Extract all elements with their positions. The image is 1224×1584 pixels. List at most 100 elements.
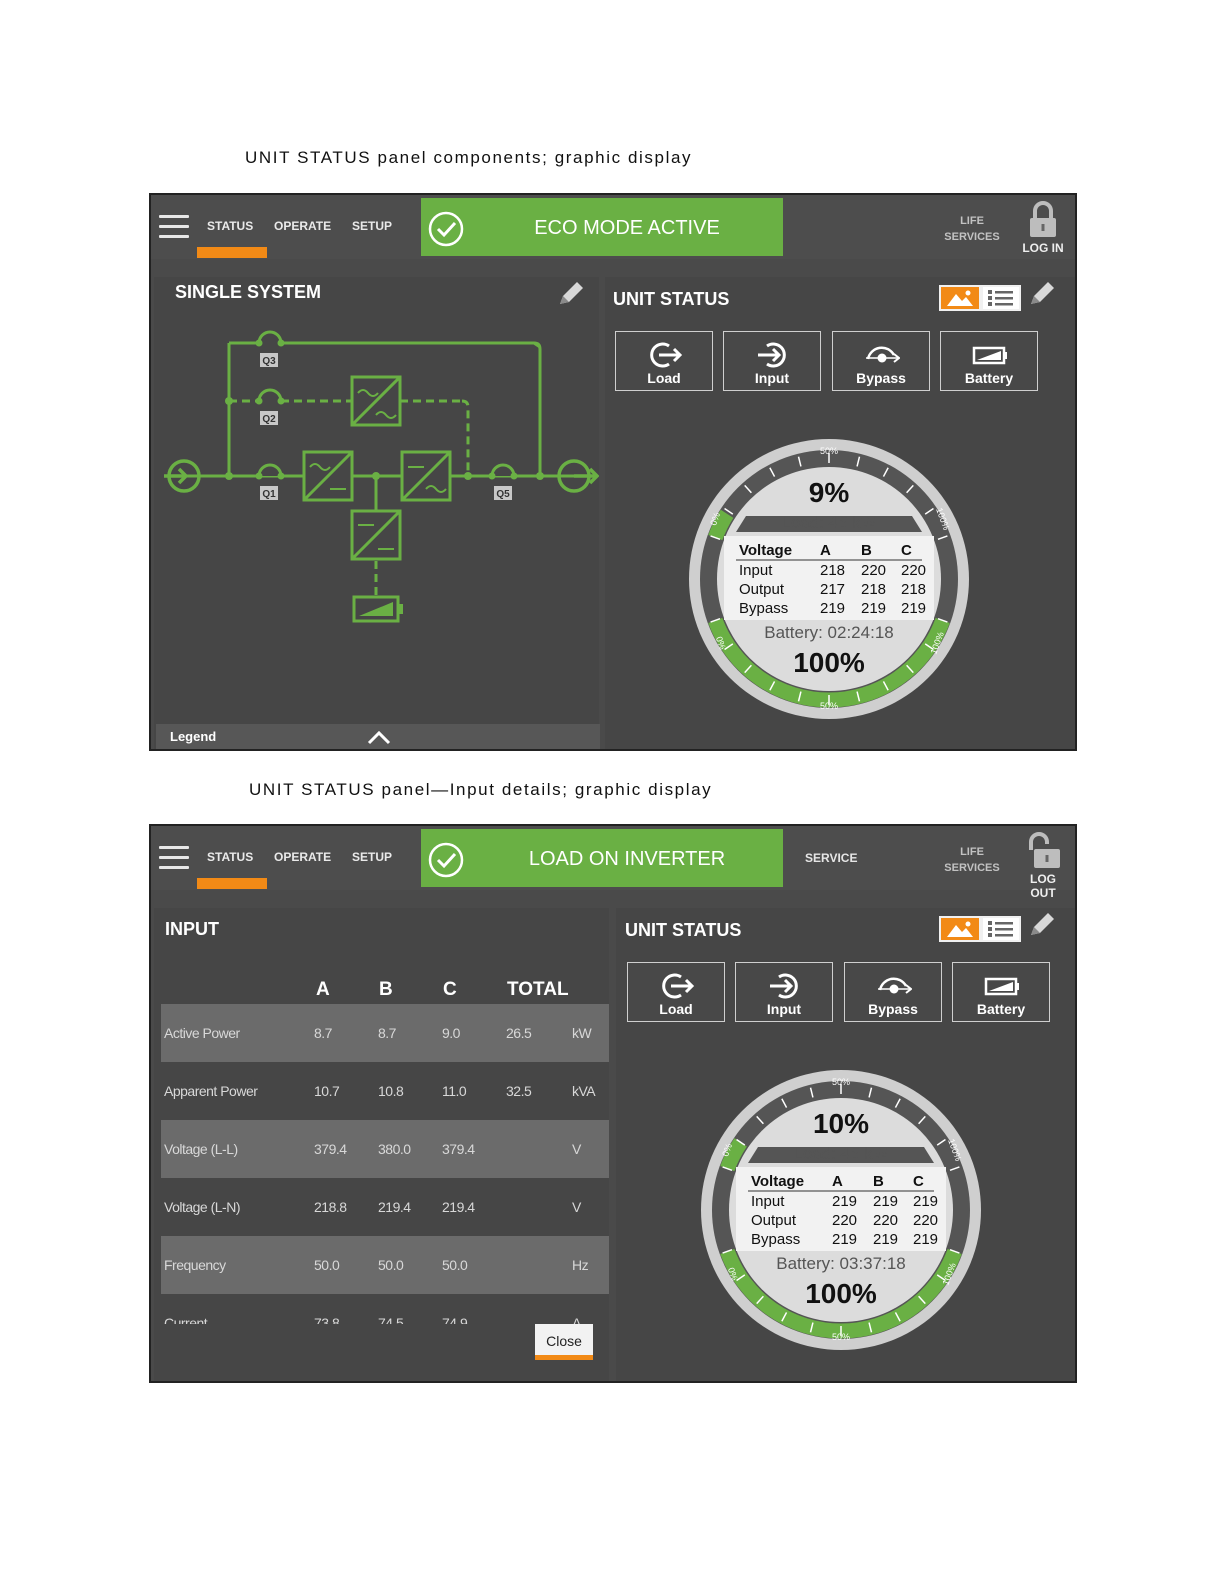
life-label-line1: LIFE [960, 846, 984, 858]
load-icon [650, 342, 683, 368]
image-icon [947, 921, 973, 937]
load-percent: 9% [809, 477, 850, 508]
image-icon [947, 290, 973, 306]
cell-total: 26.5 [506, 1025, 532, 1041]
banner-text: ECO MODE ACTIVE [534, 217, 720, 239]
bypass-button[interactable]: Bypass [844, 962, 942, 1022]
cell-unit: kW [572, 1025, 592, 1041]
graphic-view-option[interactable] [941, 918, 979, 940]
tab-operate[interactable]: OPERATE [274, 850, 331, 864]
row-value: 219 [832, 1231, 857, 1248]
cell-unit: V [572, 1141, 581, 1157]
breaker-q5-label: Q5 [496, 489, 510, 500]
input-button-label: Input [766, 1001, 802, 1017]
legend-bar[interactable]: Legend [156, 724, 600, 749]
table-row: Voltage (L-L) 379.4 380.0 379.4 V [161, 1120, 609, 1178]
edit-pencil-icon[interactable] [1025, 908, 1059, 942]
load-button-label: Load [659, 1001, 693, 1017]
load-kw: Load: 45 kW [781, 513, 876, 532]
login-button[interactable]: LOG IN [1017, 199, 1069, 255]
input-button[interactable]: Input [723, 331, 821, 391]
edit-pencil-icon[interactable] [1025, 277, 1059, 311]
col-total-header: TOTAL [507, 979, 569, 1000]
bypass-button[interactable]: Bypass [832, 331, 930, 391]
login-label: LOG IN [1022, 241, 1064, 255]
view-toggle[interactable] [939, 916, 1021, 942]
battery-button-label: Battery [976, 1001, 1026, 1017]
col-c-header: C [901, 542, 912, 559]
input-table[interactable]: Active Power 8.7 8.7 9.0 26.5 kW Apparen… [154, 1004, 609, 1324]
row-label: Active Power [164, 1025, 240, 1041]
cell-c: 74.9 [442, 1315, 468, 1324]
col-c-header: C [443, 979, 457, 1000]
tab-setup[interactable]: SETUP [352, 219, 392, 233]
col-a-header: A [832, 1173, 843, 1190]
top-nav-bar: STATUS OPERATE SETUP LOAD ON INVERTER SE… [151, 826, 1075, 900]
cell-a: 218.8 [314, 1199, 347, 1215]
col-a-header: A [316, 979, 330, 1000]
close-button-label: Close [546, 1333, 582, 1349]
list-icon [988, 290, 1013, 306]
battery-symbol [352, 595, 403, 623]
close-button[interactable]: Close [535, 1324, 593, 1360]
cell-c: 11.0 [442, 1083, 467, 1099]
graphic-view-option[interactable] [941, 287, 979, 309]
row-label: Output [739, 581, 785, 598]
row-value: 218 [901, 581, 926, 598]
screenshot-input-details: STATUS OPERATE SETUP LOAD ON INVERTER SE… [149, 824, 1077, 1383]
life-label-line2: SERVICES [944, 862, 1000, 874]
view-toggle[interactable] [939, 285, 1021, 311]
table-row: Frequency 50.0 50.0 50.0 Hz [161, 1236, 609, 1294]
row-label: Input [739, 562, 773, 579]
list-view-option[interactable] [983, 287, 1019, 309]
cell-b: 10.8 [378, 1083, 404, 1099]
list-view-option[interactable] [983, 918, 1019, 940]
load-button-label: Load [647, 370, 681, 386]
list-icon [988, 921, 1013, 937]
cell-unit: V [572, 1199, 581, 1215]
menu-icon[interactable] [159, 846, 189, 870]
menu-icon[interactable] [159, 215, 189, 239]
battery-icon [984, 977, 1019, 996]
logout-button[interactable]: LOG OUT [1017, 830, 1069, 900]
bypass-button-label: Bypass [856, 370, 906, 386]
battery-button[interactable]: Battery [940, 331, 1038, 391]
life-services-button[interactable]: LIFE SERVICES [937, 844, 1007, 876]
banner-text: LOAD ON INVERTER [528, 848, 726, 870]
chevron-up-icon[interactable] [366, 728, 392, 746]
table-row: Current 73.8 74.5 74.9 A [161, 1294, 609, 1324]
row-value: 219 [913, 1193, 938, 1210]
status-gauge: 9% Load: 45 kW Voltage A B C Input 218 2… [689, 439, 969, 719]
life-services-button[interactable]: LIFE SERVICES [937, 213, 1007, 245]
row-value: 219 [901, 600, 926, 617]
active-tab-indicator [197, 878, 267, 889]
cell-c: 50.0 [442, 1257, 468, 1273]
col-a-header: A [820, 542, 831, 559]
tab-status[interactable]: STATUS [207, 219, 253, 233]
single-line-diagram: Q3 Q2 Q1 Q5 [164, 330, 599, 623]
cell-a: 50.0 [314, 1257, 340, 1273]
active-tab-indicator [197, 247, 267, 258]
load-button[interactable]: Load [615, 331, 713, 391]
cell-unit: Hz [572, 1257, 589, 1273]
tab-status[interactable]: STATUS [207, 850, 253, 864]
load-button[interactable]: Load [627, 962, 725, 1022]
cell-a: 379.4 [314, 1141, 347, 1157]
input-icon [758, 342, 786, 368]
service-button[interactable]: SERVICE [805, 851, 857, 865]
battery-button[interactable]: Battery [952, 962, 1050, 1022]
row-value: 220 [901, 562, 926, 579]
life-label-line1: LIFE [960, 215, 984, 227]
unit-status-panel: UNIT STATUS Load [616, 908, 1075, 1381]
tab-setup[interactable]: SETUP [352, 850, 392, 864]
load-kw: Load: 45 kW [793, 1144, 888, 1163]
tab-operate[interactable]: OPERATE [274, 219, 331, 233]
load-percent: 10% [813, 1108, 869, 1139]
row-label: Voltage (L-N) [164, 1199, 240, 1215]
top-nav-bar: STATUS OPERATE SETUP ECO MODE ACTIVE LIF… [151, 195, 1075, 259]
cell-unit: kVA [572, 1083, 596, 1099]
row-label: Input [751, 1193, 785, 1210]
battery-percent: 100% [793, 647, 865, 678]
cell-b: 8.7 [378, 1025, 396, 1041]
input-button[interactable]: Input [735, 962, 833, 1022]
